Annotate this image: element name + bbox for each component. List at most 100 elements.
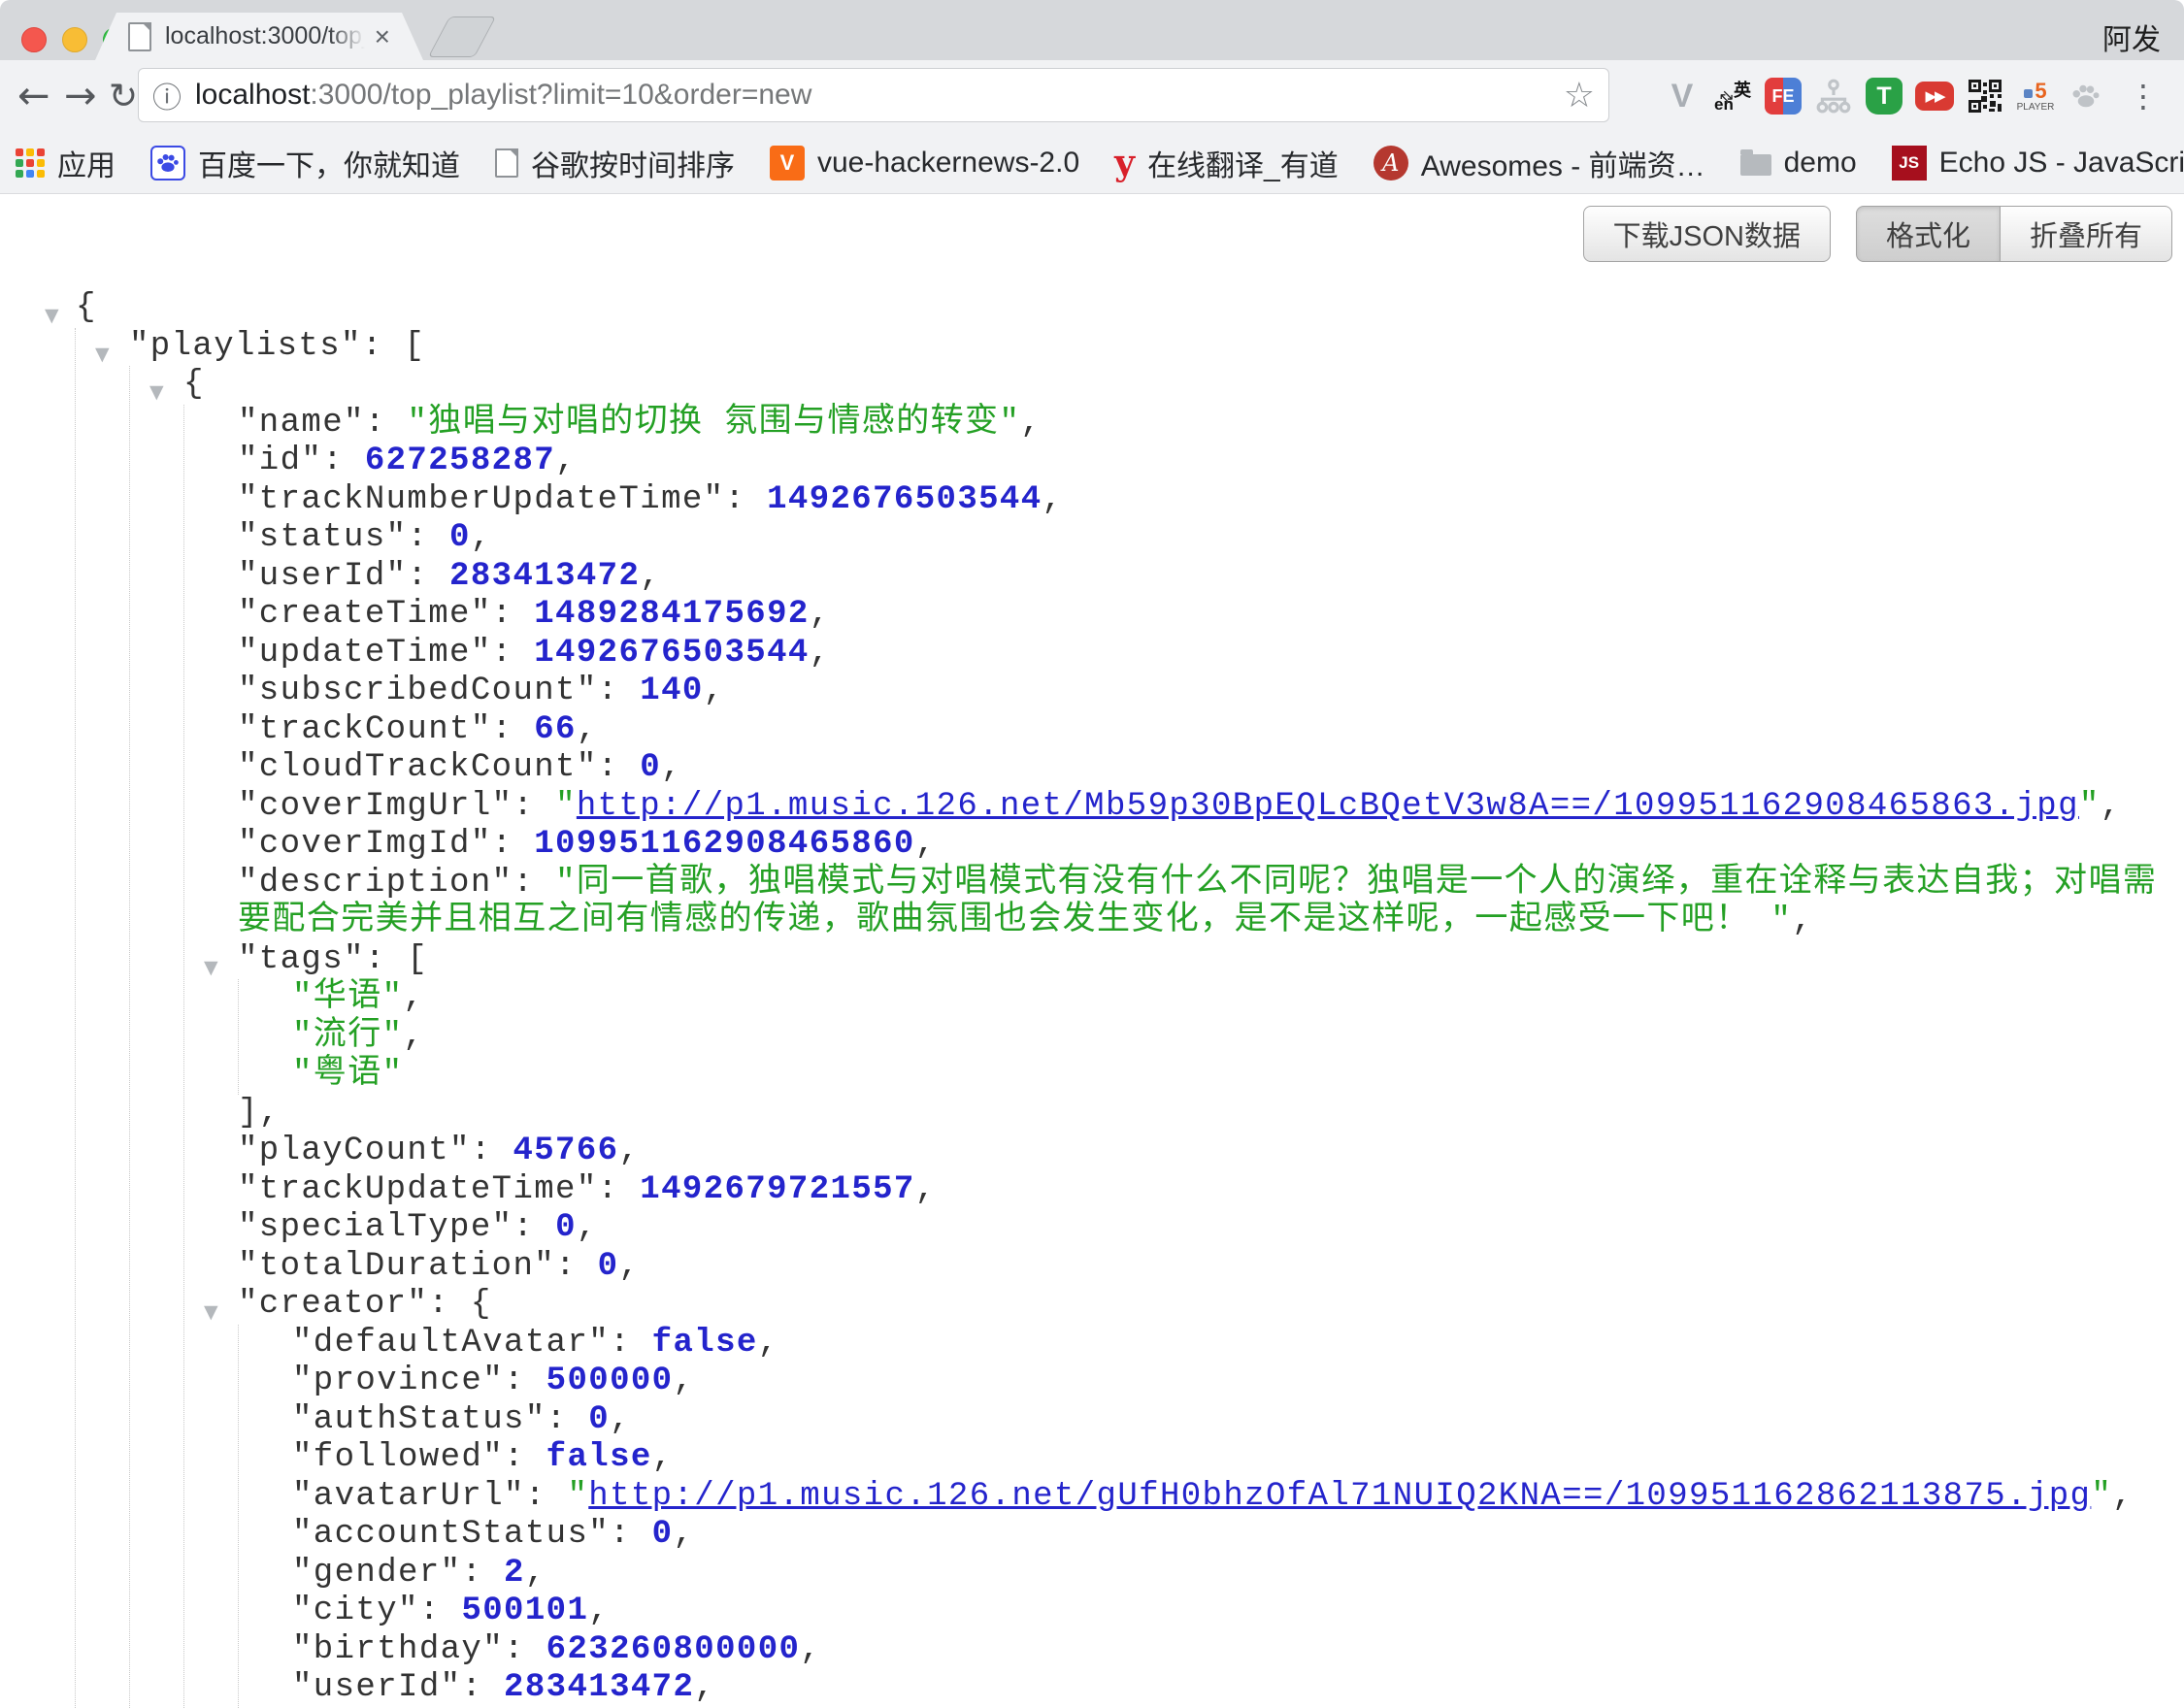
page-content: 下载JSON数据 格式化 折叠所有 ▼{▼"playlists": [▼{"na…	[0, 195, 2184, 1702]
json-token: "accountStatus"	[292, 1516, 610, 1553]
json-token: ,	[588, 1593, 610, 1629]
url-text[interactable]: localhost:3000/top_playlist?limit=10&ord…	[195, 79, 1564, 112]
fast-forward-icon[interactable]: ▶▶	[1914, 76, 1955, 116]
json-line: "birthday": 623260800000,	[239, 1631, 2184, 1670]
paw-icon[interactable]	[2066, 76, 2106, 116]
json-token: 0	[640, 749, 661, 786]
json-token: :	[513, 865, 555, 902]
minimize-window-button[interactable]	[62, 27, 87, 52]
json-line: "name": "独唱与对唱的切换 氛围与情感的转变",	[184, 405, 2184, 443]
bookmark-item[interactable]: 谷歌按时间排序	[495, 142, 735, 184]
sitemap-icon[interactable]	[1813, 76, 1854, 116]
translate-icon[interactable]: 英⇄en	[1712, 76, 1753, 116]
html5-player-icon[interactable]: 5PLAYER	[2015, 76, 2056, 116]
bookmark-item[interactable]: 百度一下，你就知道	[150, 142, 460, 184]
json-token: "userId"	[238, 558, 407, 595]
json-token: "totalDuration"	[238, 1248, 555, 1285]
json-token: 0	[598, 1248, 619, 1285]
json-token: :	[461, 1555, 504, 1592]
player-caption: PLAYER	[2017, 102, 2055, 113]
browser-tab[interactable]: localhost:3000/top_playlist?limit=10&ord…	[95, 13, 423, 60]
json-token: ,	[555, 443, 577, 479]
tab-title: localhost:3000/top_playlist?limit=10&ord…	[165, 22, 365, 50]
bookmark-item[interactable]: 应用	[16, 142, 116, 184]
json-children-block: ▼"playlists": [▼{"name": "独唱与对唱的切换 氛围与情感…	[75, 328, 2184, 1708]
tampermonkey-icon[interactable]: T	[1864, 76, 1904, 116]
collapse-toggle-icon[interactable]: ▼	[204, 949, 218, 988]
json-token: "name"	[238, 405, 365, 442]
json-token: ,	[403, 1018, 424, 1055]
vue-devtools-icon[interactable]: V	[1662, 76, 1703, 116]
json-token: ,	[610, 1401, 631, 1438]
collapse-toggle-icon[interactable]: ▼	[149, 374, 164, 412]
json-link[interactable]: http://p1.music.126.net/gUfH0bhzOfAl71NU…	[588, 1478, 2091, 1515]
qrcode-icon[interactable]	[1965, 76, 2005, 116]
json-token: 2	[504, 1555, 525, 1592]
json-link[interactable]: http://p1.music.126.net/Mb59p30BpEQLcBQe…	[577, 788, 2079, 825]
page-info-icon[interactable]: ⓘ	[152, 74, 182, 116]
browser-menu-icon[interactable]: ⋮	[2128, 60, 2159, 132]
back-icon[interactable]: ←	[17, 60, 50, 132]
json-token: 1492676503544	[767, 481, 1042, 518]
youdao-icon: y	[1114, 146, 1135, 181]
apps-grid-icon	[16, 148, 45, 178]
json-token: "	[2079, 788, 2101, 825]
json-children-block: "华语","流行","粤语"	[238, 979, 2184, 1095]
new-tab-button[interactable]	[428, 16, 496, 57]
json-token: :	[610, 1516, 652, 1553]
json-token: :	[513, 788, 555, 825]
json-token: "流行"	[292, 1018, 403, 1055]
json-token: :	[598, 749, 641, 786]
json-token: "粤语"	[292, 1056, 403, 1093]
translate-en-glyph: en	[1714, 95, 1734, 115]
collapse-toggle-icon[interactable]: ▼	[45, 297, 59, 336]
json-token: :	[471, 1133, 513, 1169]
json-token: "trackCount"	[238, 711, 492, 748]
json-token: : {	[428, 1286, 491, 1323]
close-tab-icon[interactable]: ×	[375, 23, 390, 50]
json-token: ,	[2101, 788, 2122, 825]
bookmark-item[interactable]: demo	[1740, 147, 1857, 180]
bookmark-label: 百度一下，你就知道	[198, 142, 460, 184]
bookmark-item[interactable]: JSEcho JS - JavaScri…	[1892, 146, 2184, 181]
collapse-all-button[interactable]: 折叠所有	[2001, 206, 2172, 262]
translate-zh-glyph: 英	[1734, 77, 1751, 102]
json-token: :	[407, 558, 449, 595]
bookmark-star-icon[interactable]: ☆	[1564, 76, 1595, 115]
json-token: 66	[534, 711, 577, 748]
download-json-button[interactable]: 下载JSON数据	[1583, 206, 1831, 262]
json-token: :	[492, 635, 535, 672]
json-line: "createTime": 1489284175692,	[184, 596, 2184, 635]
json-token: ,	[403, 979, 424, 1016]
json-token: ,	[758, 1325, 779, 1362]
bookmark-label: Awesomes - 前端资…	[1421, 142, 1705, 184]
json-token: :	[598, 1171, 641, 1208]
bookmark-item[interactable]: Vvue-hackernews-2.0	[770, 146, 1079, 181]
json-token: ,	[618, 1248, 640, 1285]
collapse-toggle-icon[interactable]: ▼	[204, 1294, 218, 1332]
json-line: "avatarUrl": "http://p1.music.126.net/gU…	[239, 1478, 2184, 1517]
json-line: "specialType": 0,	[184, 1209, 2184, 1248]
json-token: ,	[471, 519, 492, 556]
json-token: "userId"	[292, 1669, 461, 1706]
bookmark-item[interactable]: y在线翻译_有道	[1114, 142, 1339, 184]
json-children-block: "name": "独唱与对唱的切换 氛围与情感的转变","id": 627258…	[183, 405, 2184, 1708]
json-token: "defaultAvatar"	[292, 1325, 610, 1362]
extension-row: V英⇄enFE T▶▶ 5PLAYER	[1662, 60, 2106, 132]
json-token: 283413472	[449, 558, 640, 595]
bookmark-item[interactable]: AAwesomes - 前端资…	[1373, 142, 1705, 184]
collapse-toggle-icon[interactable]: ▼	[95, 336, 110, 375]
folder-icon	[1740, 154, 1771, 176]
forward-icon[interactable]: →	[64, 60, 97, 132]
json-token: "followed"	[292, 1439, 504, 1476]
fe-icon[interactable]: FE	[1763, 76, 1803, 116]
address-bar[interactable]: ⓘ localhost:3000/top_playlist?limit=10&o…	[138, 68, 1609, 122]
profile-name[interactable]: 阿发	[2102, 16, 2161, 58]
url-path: :3000/top_playlist?limit=10&order=new	[310, 79, 811, 111]
json-token: "city"	[292, 1593, 419, 1629]
json-line: ▼"playlists": [	[76, 328, 2184, 367]
reload-icon[interactable]: ↻	[109, 60, 138, 132]
close-window-button[interactable]	[21, 27, 47, 52]
format-button[interactable]: 格式化	[1856, 206, 2001, 262]
json-token: 1492676503544	[534, 635, 809, 672]
